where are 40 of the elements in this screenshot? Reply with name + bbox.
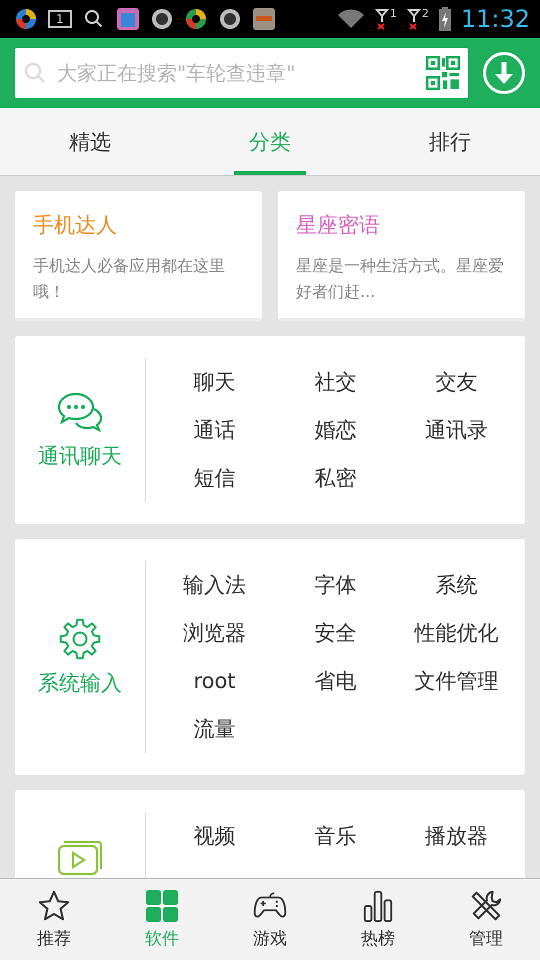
subcategory-link[interactable]: 短信 bbox=[194, 464, 236, 492]
clock-time: 11:32 bbox=[460, 5, 530, 33]
subcategory-link[interactable]: 性能优化 bbox=[414, 619, 498, 647]
category-title: 通讯聊天 bbox=[38, 443, 122, 470]
card-description: 手机达人必备应用都在这里哦！ bbox=[33, 255, 226, 303]
nav-tab[interactable]: 游戏 bbox=[216, 879, 324, 960]
subcategory-link[interactable]: 播放器 bbox=[425, 822, 488, 850]
search-field[interactable]: 大家正在搜索"车轮查违章" bbox=[15, 48, 468, 98]
subcategory-link[interactable]: 聊天 bbox=[194, 368, 236, 396]
tab[interactable]: 精选 bbox=[0, 108, 180, 175]
subcategory-link[interactable]: 婚恋 bbox=[314, 416, 356, 444]
nav-tab[interactable]: 推荐 bbox=[0, 879, 108, 960]
card-title: 星座密语 bbox=[296, 212, 381, 239]
subcategory-link[interactable]: 文件管理 bbox=[414, 667, 498, 695]
subcategory-link[interactable]: 交友 bbox=[436, 368, 478, 396]
nav-tab[interactable]: 热榜 bbox=[324, 879, 432, 960]
subcategory-link[interactable]: 通话 bbox=[194, 416, 236, 444]
subcategory-link[interactable]: 浏览器 bbox=[183, 619, 246, 647]
subcategory-link[interactable]: 流量 bbox=[194, 715, 236, 743]
subcategory-link[interactable]: 私密 bbox=[314, 464, 356, 492]
subcategory-link[interactable]: 字体 bbox=[314, 571, 356, 599]
sim-number: 2 bbox=[422, 8, 429, 19]
nav-tab[interactable]: 管理 bbox=[432, 879, 540, 960]
subcategory-link[interactable]: 省电 bbox=[314, 667, 356, 695]
category-title: 系统输入 bbox=[38, 670, 122, 697]
featured-card[interactable]: 星座密语 星座是一种生活方式。星座爱好者们赶... bbox=[278, 191, 525, 321]
subcategory-link[interactable]: 音乐 bbox=[314, 822, 356, 850]
card-title: 手机达人 bbox=[33, 212, 118, 239]
subcategory-link[interactable]: root bbox=[193, 669, 236, 693]
card-description: 星座是一种生活方式。星座爱好者们赶... bbox=[296, 255, 505, 303]
notification-count: 1 bbox=[48, 10, 72, 28]
subcategory-link[interactable]: 系统 bbox=[436, 571, 478, 599]
subcategory-link[interactable]: 通讯录 bbox=[425, 416, 488, 444]
featured-card[interactable]: 手机达人 手机达人必备应用都在这里哦！ bbox=[15, 191, 262, 321]
subcategory-link[interactable]: 安全 bbox=[314, 619, 356, 647]
subcategory-link[interactable]: 社交 bbox=[314, 368, 356, 396]
subcategory-link[interactable]: 输入法 bbox=[183, 571, 246, 599]
tab[interactable]: 排行 bbox=[360, 108, 540, 175]
subcategory-link[interactable]: 视频 bbox=[194, 822, 236, 850]
sim-number: 1 bbox=[390, 8, 397, 19]
